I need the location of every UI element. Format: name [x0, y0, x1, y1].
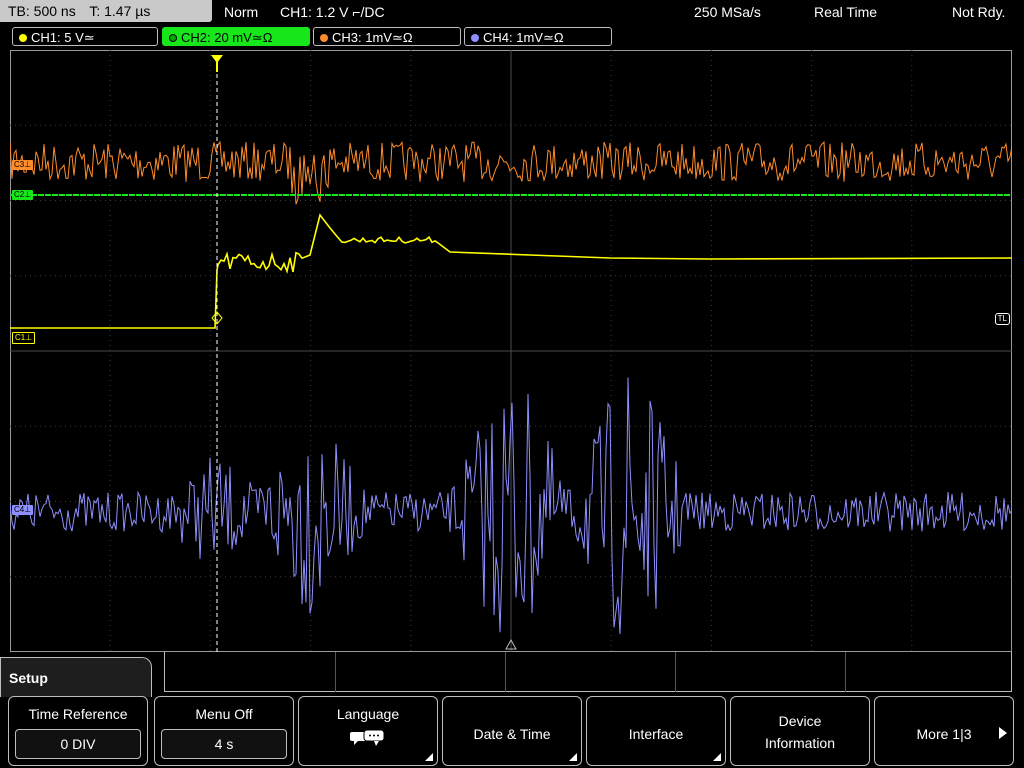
- info-divider: [505, 652, 506, 692]
- softkey-bar: Time Reference 0 DIV Menu Off 4 s Langua…: [0, 694, 1024, 768]
- timebase-readout[interactable]: TB: 500 ns T: 1.47 µs: [0, 0, 212, 22]
- trigger-mode[interactable]: Norm: [224, 0, 258, 24]
- trigger-level-marker[interactable]: TL: [994, 313, 1010, 325]
- channel-tabs: CH1: 5 V≃ CH2: 20 mV≃Ω CH3: 1mV≃Ω CH4: 1…: [0, 26, 1024, 48]
- tab-channel-1[interactable]: CH1: 5 V≃: [12, 27, 158, 46]
- channel-1-label: CH1: 5 V≃: [31, 30, 95, 45]
- menu-off-value[interactable]: 4 s: [161, 729, 287, 759]
- date-time-button[interactable]: Date & Time: [442, 696, 582, 766]
- tab-channel-4[interactable]: CH4: 1mV≃Ω: [464, 27, 612, 46]
- language-label: Language: [336, 706, 400, 722]
- channel-3-dot-icon: [320, 33, 328, 42]
- channel-4-label: CH4: 1mV≃Ω: [483, 30, 564, 45]
- tab-channel-2[interactable]: CH2: 20 mV≃Ω: [162, 27, 310, 46]
- trigger-status: Not Rdy.: [952, 4, 1006, 20]
- submenu-corner-icon: [713, 753, 721, 761]
- channel-2-dot-icon: [169, 33, 177, 42]
- channel-2-offset-marker[interactable]: C2⊥: [12, 190, 34, 200]
- submenu-corner-icon: [425, 753, 433, 761]
- device-information-button[interactable]: Device Information: [730, 696, 870, 766]
- channel-2-label: CH2: 20 mV≃Ω: [181, 30, 273, 45]
- interface-button[interactable]: Interface: [586, 696, 726, 766]
- trigger-position-icon: [211, 55, 223, 63]
- channel-1-offset-marker[interactable]: C1⊥: [12, 332, 36, 344]
- language-button[interactable]: Language: [298, 696, 438, 766]
- device-information-label-line2: Information: [764, 735, 836, 751]
- channel-3-offset-marker[interactable]: C3⊥: [12, 160, 34, 170]
- menu-off-button[interactable]: Menu Off 4 s: [154, 696, 294, 766]
- time-reference-value[interactable]: 0 DIV: [15, 729, 141, 759]
- trigger-time-value: T: 1.47 µs: [89, 3, 151, 19]
- channel-1-dot-icon: [19, 33, 27, 42]
- channel-4-offset-marker[interactable]: C4⊥: [12, 505, 34, 515]
- menu-off-label: Menu Off: [195, 706, 253, 722]
- channel-3-label: CH3: 1mV≃Ω: [332, 30, 413, 45]
- timebase-value: TB: 500 ns: [8, 3, 76, 19]
- sample-rate: 250 MSa/s: [694, 4, 761, 20]
- device-information-label-line1: Device: [778, 713, 822, 729]
- next-page-arrow-icon: [999, 727, 1007, 739]
- status-bar: TB: 500 ns T: 1.47 µs Norm CH1: 1.2 V ⌐/…: [0, 0, 1024, 24]
- date-time-label: Date & Time: [473, 726, 551, 742]
- speech-bubbles-icon: [350, 729, 385, 746]
- menu-info-area: [164, 652, 1012, 692]
- info-divider: [675, 652, 676, 692]
- tab-channel-3[interactable]: CH3: 1mV≃Ω: [313, 27, 461, 46]
- channel-4-dot-icon: [471, 33, 479, 42]
- menu-title: Setup: [0, 657, 152, 697]
- acquisition-mode: Real Time: [814, 4, 878, 20]
- info-divider: [335, 652, 336, 692]
- trigger-setting[interactable]: CH1: 1.2 V ⌐/DC: [280, 0, 385, 24]
- time-reference-label: Time Reference: [28, 706, 128, 722]
- interface-label: Interface: [628, 726, 684, 742]
- info-divider: [845, 652, 846, 692]
- more-label: More 1|3: [916, 726, 972, 742]
- waveform-canvas[interactable]: [10, 50, 1012, 652]
- submenu-corner-icon: [569, 753, 577, 761]
- time-reference-button[interactable]: Time Reference 0 DIV: [8, 696, 148, 766]
- more-button[interactable]: More 1|3: [874, 696, 1014, 766]
- waveform-display[interactable]: C3⊥ C2⊥ C1⊥ C4⊥ TL: [10, 50, 1012, 652]
